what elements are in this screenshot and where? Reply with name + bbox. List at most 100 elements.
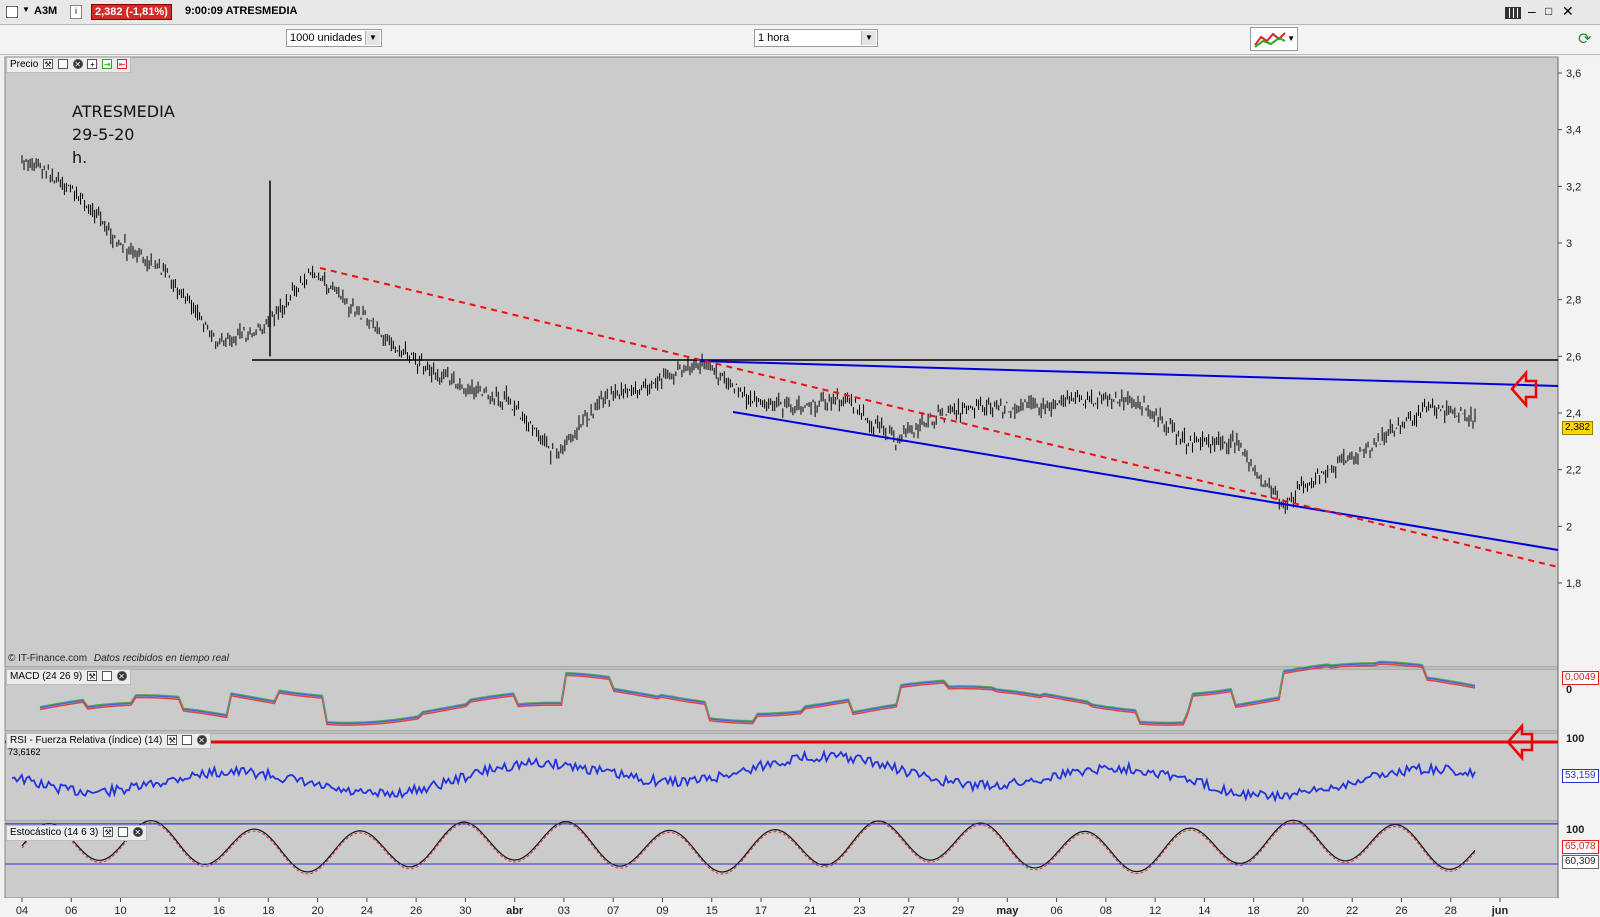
macd-value-badge: 0,0049 (1562, 671, 1599, 685)
chevron-down-icon[interactable]: ▼ (1287, 34, 1295, 43)
macd-panel-bg (4, 668, 1559, 732)
x-tick-label: 14 (1198, 905, 1210, 917)
x-tick-label: 29 (952, 905, 964, 917)
window-icon[interactable] (181, 735, 192, 746)
time-and-name: 9:00:09 ATRESMEDIA (185, 5, 298, 17)
stoch-panel-label: Estocástico (14 6 3) (10, 827, 99, 838)
wrench-icon[interactable]: ⚒ (87, 671, 98, 682)
price-tick-label: 3 (1566, 238, 1572, 250)
bottom-axis-bg (0, 898, 1600, 917)
window-icon[interactable] (6, 6, 18, 18)
x-tick-label: 18 (1248, 905, 1260, 917)
price-change-badge: 2,382 (-1,81%) (91, 4, 172, 20)
interval-select-value: 1 hora (758, 32, 790, 44)
x-tick-label: 28 (1445, 905, 1457, 917)
refresh-icon[interactable]: ⟳ (1578, 29, 1591, 49)
stoch-ytick: 100 (1566, 824, 1585, 836)
price-tick-label: 2 (1566, 521, 1572, 533)
macd-panel-label: MACD (24 26 9) (10, 671, 83, 682)
stoch-panel-header: Estocástico (14 6 3) ⚒ ✕ (6, 825, 147, 841)
x-tick-label: 24 (361, 905, 373, 917)
rsi-value-badge: 53,159 (1562, 769, 1599, 783)
price-panel-label: Precio (10, 59, 39, 70)
toolbar: 1000 unidades ▼ 1 hora ▼ ▼ ⟳ (0, 25, 1600, 55)
annotation-date: 29-5-20 (72, 125, 135, 144)
units-select[interactable]: 1000 unidades ▼ (286, 29, 382, 47)
chart-area: 3,6 3,4 3,2 3 2,8 2,6 2,4 2,2 2 1,8 04 06 10 12 16 18 2… (0, 56, 1600, 917)
x-tick-label: 18 (262, 905, 274, 917)
stoch-panel-bg (4, 822, 1559, 899)
remove-icon[interactable]: ⇤ (117, 59, 128, 70)
x-tick-label: 21 (804, 905, 816, 917)
window-icon[interactable] (57, 59, 68, 70)
x-tick-label: 17 (755, 905, 767, 917)
stoch-value-badge-1: 65,078 (1562, 840, 1599, 854)
symbol-label: A3M (34, 5, 58, 17)
price-tick-label: 2,6 (1566, 351, 1581, 363)
menu-grid-icon[interactable] (1505, 7, 1521, 19)
rsi-ytick: 100 (1566, 733, 1585, 745)
price-tick-label: 2,8 (1566, 295, 1581, 307)
stoch-value-badge-2: 60,309 (1562, 855, 1599, 869)
x-tick-label: 07 (607, 905, 619, 917)
export-icon[interactable]: ⇥ (102, 59, 113, 70)
info-icon[interactable]: i (70, 5, 82, 19)
chevron-down-icon[interactable]: ▼ (365, 31, 380, 45)
annotation-interval: h. (72, 148, 88, 167)
chevron-down-icon[interactable]: ▼ (22, 5, 30, 14)
price-panel-header: Precio ⚒ ✕ + ⇥ ⇤ (6, 57, 132, 73)
rsi-level-label: 73,6162 (8, 747, 41, 757)
x-tick-label: 23 (853, 905, 865, 917)
x-tick-label: 09 (656, 905, 668, 917)
x-tick-label: 06 (1050, 905, 1062, 917)
maximize-icon[interactable]: □ (1545, 4, 1552, 18)
wrench-icon[interactable]: ⚒ (43, 59, 54, 70)
price-tick-label: 2,2 (1566, 465, 1581, 477)
price-panel-bg (4, 56, 1559, 668)
x-tick-label: 10 (114, 905, 126, 917)
close-icon[interactable]: ✕ (72, 59, 83, 70)
x-tick-label: jun (1491, 905, 1509, 917)
chart-annotation: ATRESMEDIA 29-5-20 h. (72, 100, 175, 169)
credit-note: Datos recibidos en tiempo real (93, 653, 229, 664)
x-tick-label: 12 (1149, 905, 1161, 917)
x-tick-label: may (996, 905, 1019, 917)
close-icon[interactable]: ✕ (116, 671, 127, 682)
price-tick-label: 3,2 (1566, 181, 1581, 193)
x-tick-label: 26 (1395, 905, 1407, 917)
data-credit: © IT-Finance.com Datos recibidos en tiem… (8, 653, 229, 664)
rsi-panel-label: RSI - Fuerza Relativa (índice) (14) (10, 735, 163, 746)
x-tick-label: 22 (1346, 905, 1358, 917)
price-tick-label: 2,4 (1566, 408, 1581, 420)
last-price-badge: 2,382 (1562, 421, 1594, 435)
close-icon[interactable]: ✕ (132, 827, 143, 838)
x-tick-label: 06 (65, 905, 77, 917)
chart-type-button[interactable]: ▼ (1250, 27, 1298, 51)
chevron-down-icon[interactable]: ▼ (861, 31, 876, 45)
wrench-icon[interactable]: ⚒ (103, 827, 114, 838)
minimize-icon[interactable]: – (1528, 3, 1536, 19)
window-icon[interactable] (101, 671, 112, 682)
x-tick-label: 20 (1297, 905, 1309, 917)
price-tick-label: 1,8 (1566, 578, 1581, 590)
x-tick-label: 16 (213, 905, 225, 917)
x-tick-label: 04 (16, 905, 28, 917)
units-select-value: 1000 unidades (290, 32, 363, 44)
rsi-panel-bg (4, 732, 1559, 822)
title-bar: ▼ A3M i 2,382 (-1,81%) 9:00:09 ATRESMEDI… (0, 0, 1600, 25)
annotation-title: ATRESMEDIA (72, 102, 175, 121)
interval-select[interactable]: 1 hora ▼ (754, 29, 878, 47)
x-tick-label: abr (506, 905, 524, 917)
wrench-icon[interactable]: ⚒ (167, 735, 178, 746)
x-tick-label: 03 (558, 905, 570, 917)
macd-ytick: 0 (1566, 684, 1573, 696)
price-tick-label: 3,4 (1566, 125, 1581, 137)
credit-text: © IT-Finance.com (8, 653, 88, 664)
close-icon[interactable]: ✕ (1562, 3, 1574, 20)
window-icon[interactable] (117, 827, 128, 838)
close-icon[interactable]: ✕ (196, 735, 207, 746)
x-tick-label: 08 (1100, 905, 1112, 917)
chart-type-icon (1254, 32, 1286, 48)
price-tick-label: 3,6 (1566, 68, 1581, 80)
add-icon[interactable]: + (87, 59, 98, 70)
